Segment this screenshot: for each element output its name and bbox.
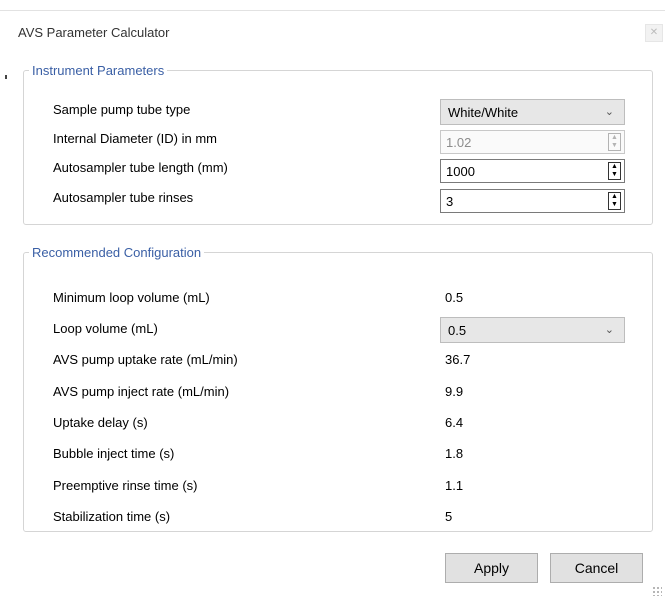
window-title: AVS Parameter Calculator [18, 25, 170, 40]
divider [5, 75, 7, 79]
pump-tube-value: White/White [448, 105, 519, 120]
id-label: Internal Diameter (ID) in mm [53, 131, 217, 146]
tube-rinses-spinbox[interactable]: 3 ▲ ▼ [440, 189, 625, 213]
instrument-parameters-legend: Instrument Parameters [32, 63, 165, 78]
preemptive-rinse-value: 1.1 [445, 478, 464, 493]
close-button[interactable]: ✕ [645, 24, 663, 42]
id-spinbox: 1.02 ▲ ▼ [440, 130, 625, 154]
pump-tube-label: Sample pump tube type [53, 102, 191, 117]
inject-rate-label: AVS pump inject rate (mL/min) [53, 384, 230, 399]
min-loop-volume-value: 0.5 [445, 290, 464, 305]
tube-length-value: 1000 [446, 164, 475, 179]
recommended-configuration-group: Recommended Configuration Minimum loop v… [23, 245, 653, 532]
spinner-arrows-icon[interactable]: ▲ ▼ [608, 162, 621, 180]
loop-volume-dropdown[interactable]: 0.5 ⌄ [440, 317, 625, 343]
bubble-inject-value: 1.8 [445, 446, 464, 461]
inject-rate-value: 9.9 [445, 384, 464, 399]
uptake-rate-value: 36.7 [445, 352, 471, 367]
min-loop-volume-label: Minimum loop volume (mL) [53, 290, 210, 305]
window-top-border [0, 0, 665, 11]
chevron-down-icon: ⌄ [604, 324, 614, 336]
spinner-arrows-icon[interactable]: ▲ ▼ [608, 192, 621, 210]
apply-button[interactable]: Apply [445, 553, 538, 583]
stabilization-time-label: Stabilization time (s) [53, 509, 171, 524]
close-icon: ✕ [649, 27, 659, 38]
preemptive-rinse-label: Preemptive rinse time (s) [53, 478, 198, 493]
tube-rinses-label: Autosampler tube rinses [53, 190, 194, 205]
tube-length-spinbox[interactable]: 1000 ▲ ▼ [440, 159, 625, 183]
tube-length-label: Autosampler tube length (mm) [53, 160, 228, 175]
stabilization-time-value: 5 [445, 509, 453, 524]
pump-tube-dropdown[interactable]: White/White ⌄ [440, 99, 625, 125]
uptake-delay-value: 6.4 [445, 415, 464, 430]
cancel-button[interactable]: Cancel [550, 553, 643, 583]
instrument-parameters-group: Instrument Parameters Sample pump tube t… [23, 63, 653, 225]
chevron-down-icon: ⌄ [604, 106, 614, 118]
uptake-rate-label: AVS pump uptake rate (mL/min) [53, 352, 238, 367]
loop-volume-value: 0.5 [448, 323, 467, 338]
bubble-inject-label: Bubble inject time (s) [53, 446, 175, 461]
spinner-arrows-icon: ▲ ▼ [608, 133, 621, 151]
loop-volume-label: Loop volume (mL) [53, 321, 158, 336]
recommended-configuration-legend: Recommended Configuration [32, 245, 202, 260]
tube-rinses-value: 3 [446, 194, 454, 209]
resize-grip-icon[interactable] [652, 586, 662, 596]
id-value: 1.02 [446, 135, 472, 150]
uptake-delay-label: Uptake delay (s) [53, 415, 148, 430]
